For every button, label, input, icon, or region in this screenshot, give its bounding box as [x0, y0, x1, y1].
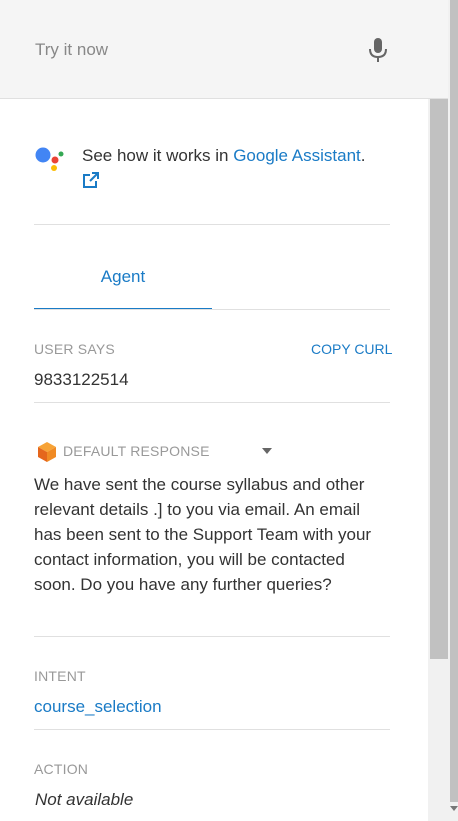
window-scrollbar-thumb[interactable]: [450, 0, 458, 802]
intent-link[interactable]: course_selection: [34, 697, 162, 717]
assistant-promo-suffix: .: [360, 146, 366, 165]
response-dropdown-icon[interactable]: [262, 448, 272, 454]
assistant-promo: See how it works in Google Assistant.: [82, 146, 366, 166]
panel-scrollbar-thumb[interactable]: [430, 99, 448, 659]
external-link-icon[interactable]: [82, 171, 100, 189]
scroll-down-arrow-icon[interactable]: [450, 806, 458, 811]
cube-icon: [38, 442, 56, 462]
tab-agent[interactable]: Agent: [34, 250, 212, 310]
divider: [34, 636, 390, 637]
user-says-value: 9833122514: [34, 370, 129, 389]
google-assistant-link[interactable]: Google Assistant: [233, 146, 361, 165]
action-value: Not available: [35, 790, 134, 809]
user-says-label: USER SAYS: [34, 341, 115, 357]
divider: [34, 309, 390, 310]
try-it-input[interactable]: Try it now: [35, 40, 108, 60]
action-label: ACTION: [34, 761, 89, 777]
intent-label: INTENT: [34, 668, 86, 684]
copy-curl-button[interactable]: COPY CURL: [311, 341, 392, 357]
google-assistant-logo-icon: [35, 147, 64, 171]
default-response-text: We have sent the course syllabus and oth…: [34, 475, 372, 594]
tab-agent-label: Agent: [100, 267, 146, 286]
microphone-icon[interactable]: [367, 37, 389, 63]
divider: [34, 224, 390, 225]
default-response-label: DEFAULT RESPONSE: [63, 443, 210, 459]
divider: [34, 729, 390, 730]
divider: [34, 402, 390, 403]
try-it-bar: Try it now: [0, 0, 448, 99]
assistant-promo-text: See how it works in: [82, 146, 234, 165]
